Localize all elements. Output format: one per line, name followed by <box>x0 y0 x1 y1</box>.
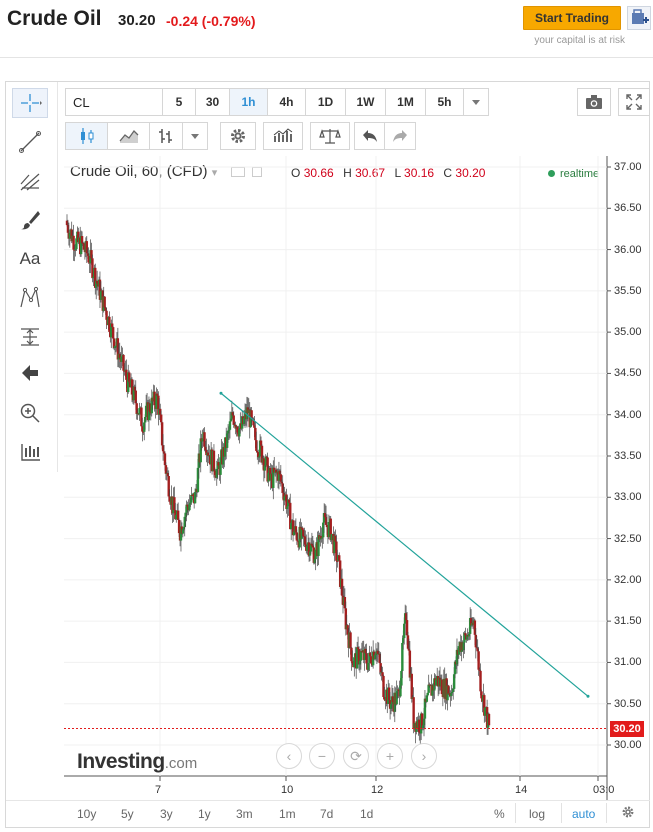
candle-down <box>111 327 115 339</box>
scroll-right-button[interactable]: › <box>411 743 437 769</box>
candle-up <box>426 692 429 696</box>
investing-logo: Investing.com <box>77 750 197 774</box>
trendline-handle <box>586 694 590 698</box>
range-3m[interactable]: 3m <box>236 807 253 821</box>
y-tick-label: 36.50 <box>614 202 642 215</box>
trendline <box>220 392 589 697</box>
x-tick-label: 7 <box>155 784 162 796</box>
y-tick-label: 35.00 <box>614 326 642 339</box>
y-tick-label: 31.00 <box>614 656 642 669</box>
candle-down <box>487 713 491 726</box>
y-tick-label: 34.50 <box>614 367 642 380</box>
candle-down <box>212 450 216 471</box>
x-tick-label: 12 <box>371 784 384 796</box>
log-toggle[interactable]: log <box>529 807 545 821</box>
bottom-divider <box>606 803 607 823</box>
reset-button[interactable]: ⟳ <box>343 743 369 769</box>
y-tick-label: 33.50 <box>614 450 642 462</box>
range-5y[interactable]: 5y <box>121 807 134 821</box>
candle-up <box>228 421 232 430</box>
y-tick-label: 30.50 <box>614 697 642 710</box>
candle-down <box>479 670 482 692</box>
brand-suffix: .com <box>164 755 198 772</box>
auto-toggle[interactable]: auto <box>572 807 595 821</box>
brand-name: Investing <box>77 750 165 773</box>
range-1m[interactable]: 1m <box>279 807 296 821</box>
bottom-divider <box>561 803 562 823</box>
range-10y[interactable]: 10y <box>77 807 96 821</box>
scroll-left-button[interactable]: ‹ <box>276 743 302 769</box>
candle-down <box>477 651 480 670</box>
candle-down <box>103 296 106 308</box>
candle-down <box>134 390 137 404</box>
candle-down <box>349 632 352 648</box>
y-tick-label: 37.00 <box>614 161 642 173</box>
candle-down <box>159 414 163 423</box>
range-1d[interactable]: 1d <box>360 807 373 821</box>
x-tick-label: 10 <box>281 784 294 796</box>
zoom-out-button[interactable]: − <box>309 743 335 769</box>
x-tick-label: 03:0 <box>593 784 615 796</box>
candle-down <box>338 555 341 561</box>
y-tick-label: 32.50 <box>614 532 642 545</box>
y-tick-label: 31.50 <box>614 615 642 628</box>
y-tick-label: 34.00 <box>614 408 642 421</box>
chart-settings-button[interactable] <box>621 805 635 824</box>
y-tick-label: 36.00 <box>614 243 642 256</box>
y-tick-label: 33.00 <box>614 491 642 504</box>
y-tick-label: 30.00 <box>614 739 642 751</box>
y-tick-label: 35.50 <box>614 284 642 297</box>
range-7d[interactable]: 7d <box>320 807 333 821</box>
x-tick-label: 14 <box>515 784 528 796</box>
range-3y[interactable]: 3y <box>160 807 173 821</box>
y-tick-label: 32.00 <box>614 573 642 586</box>
bottom-divider <box>515 803 516 823</box>
range-1y[interactable]: 1y <box>198 807 211 821</box>
zoom-in-button[interactable]: + <box>377 743 403 769</box>
trendline-handle <box>219 391 223 395</box>
last-price-tag: 30.20 <box>610 721 644 737</box>
price-chart[interactable] <box>0 0 653 832</box>
percent-toggle[interactable]: % <box>494 807 505 821</box>
gear-icon <box>622 806 634 818</box>
